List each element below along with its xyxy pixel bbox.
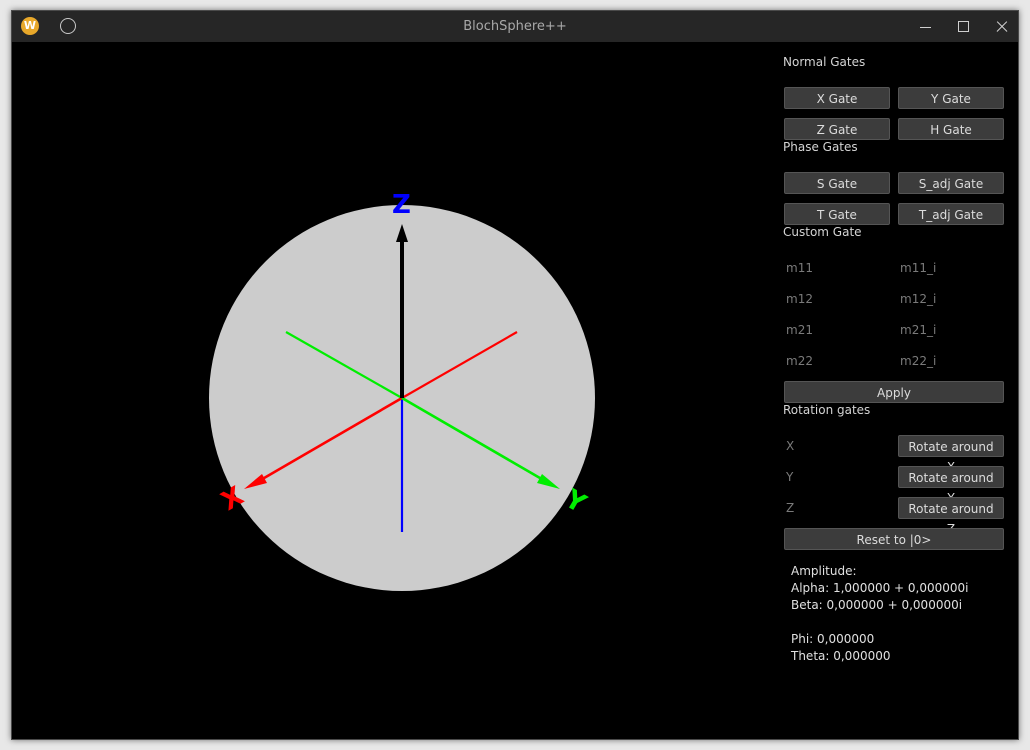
rotation-y-field[interactable]: Y [783,466,889,488]
window-title: BlochSphere++ [463,19,567,34]
z-axis-label: Z [392,190,411,220]
alpha-value: Alpha: 1,000000 + 0,000000i [791,581,969,595]
apply-button[interactable]: Apply [784,381,1004,403]
phi-value: Phi: 0,000000 [791,632,875,646]
rotate-y-button[interactable]: Rotate around Y [898,466,1004,505]
m22-imag-field[interactable]: m22_i [897,350,1003,372]
m11-imag-field[interactable]: m11_i [897,257,1003,279]
y-gate-button[interactable]: Y Gate [898,87,1004,109]
beta-value: Beta: 0,000000 + 0,000000i [791,598,963,612]
phase-gates-label: Phase Gates [783,140,858,154]
app-window: W BlochSphere++ X Y Z Normal Gates X Gat… [11,10,1019,740]
m11-field[interactable]: m11 [783,257,889,279]
rotate-z-button[interactable]: Rotate around Z [898,497,1004,536]
normal-gates-label: Normal Gates [783,55,866,69]
reset-button[interactable]: Reset to |0> [784,528,1004,550]
m22-field[interactable]: m22 [783,350,889,372]
rotation-gates-label: Rotation gates [783,403,871,417]
title-bar[interactable]: W BlochSphere++ [12,11,1018,42]
m21-field[interactable]: m21 [783,319,889,341]
m12-field[interactable]: m12 [783,288,889,310]
s-gate-button[interactable]: S Gate [784,172,890,194]
close-icon[interactable] [992,17,1012,37]
x-gate-button[interactable]: X Gate [784,87,890,109]
m21-imag-field[interactable]: m21_i [897,319,1003,341]
t-gate-button[interactable]: T Gate [784,203,890,225]
bloch-sphere-canvas[interactable]: X Y Z [16,42,772,736]
m12-imag-field[interactable]: m12_i [897,288,1003,310]
gate-control-panel: Normal Gates X Gate Y Gate Z Gate H Gate… [772,42,1016,736]
rotation-x-field[interactable]: X [783,435,889,457]
maximize-icon[interactable] [954,17,974,37]
amplitude-label: Amplitude: [791,564,857,578]
minimize-icon[interactable] [916,17,936,37]
theta-value: Theta: 0,000000 [791,649,891,663]
z-gate-button[interactable]: Z Gate [784,118,890,140]
t-adj-gate-button[interactable]: T_adj Gate [898,203,1004,225]
custom-gate-label: Custom Gate [783,225,862,239]
h-gate-button[interactable]: H Gate [898,118,1004,140]
bloch-sphere-view[interactable]: X Y Z [16,42,772,736]
rotation-z-field[interactable]: Z [783,497,889,519]
rotate-x-button[interactable]: Rotate around X [898,435,1004,474]
s-adj-gate-button[interactable]: S_adj Gate [898,172,1004,194]
